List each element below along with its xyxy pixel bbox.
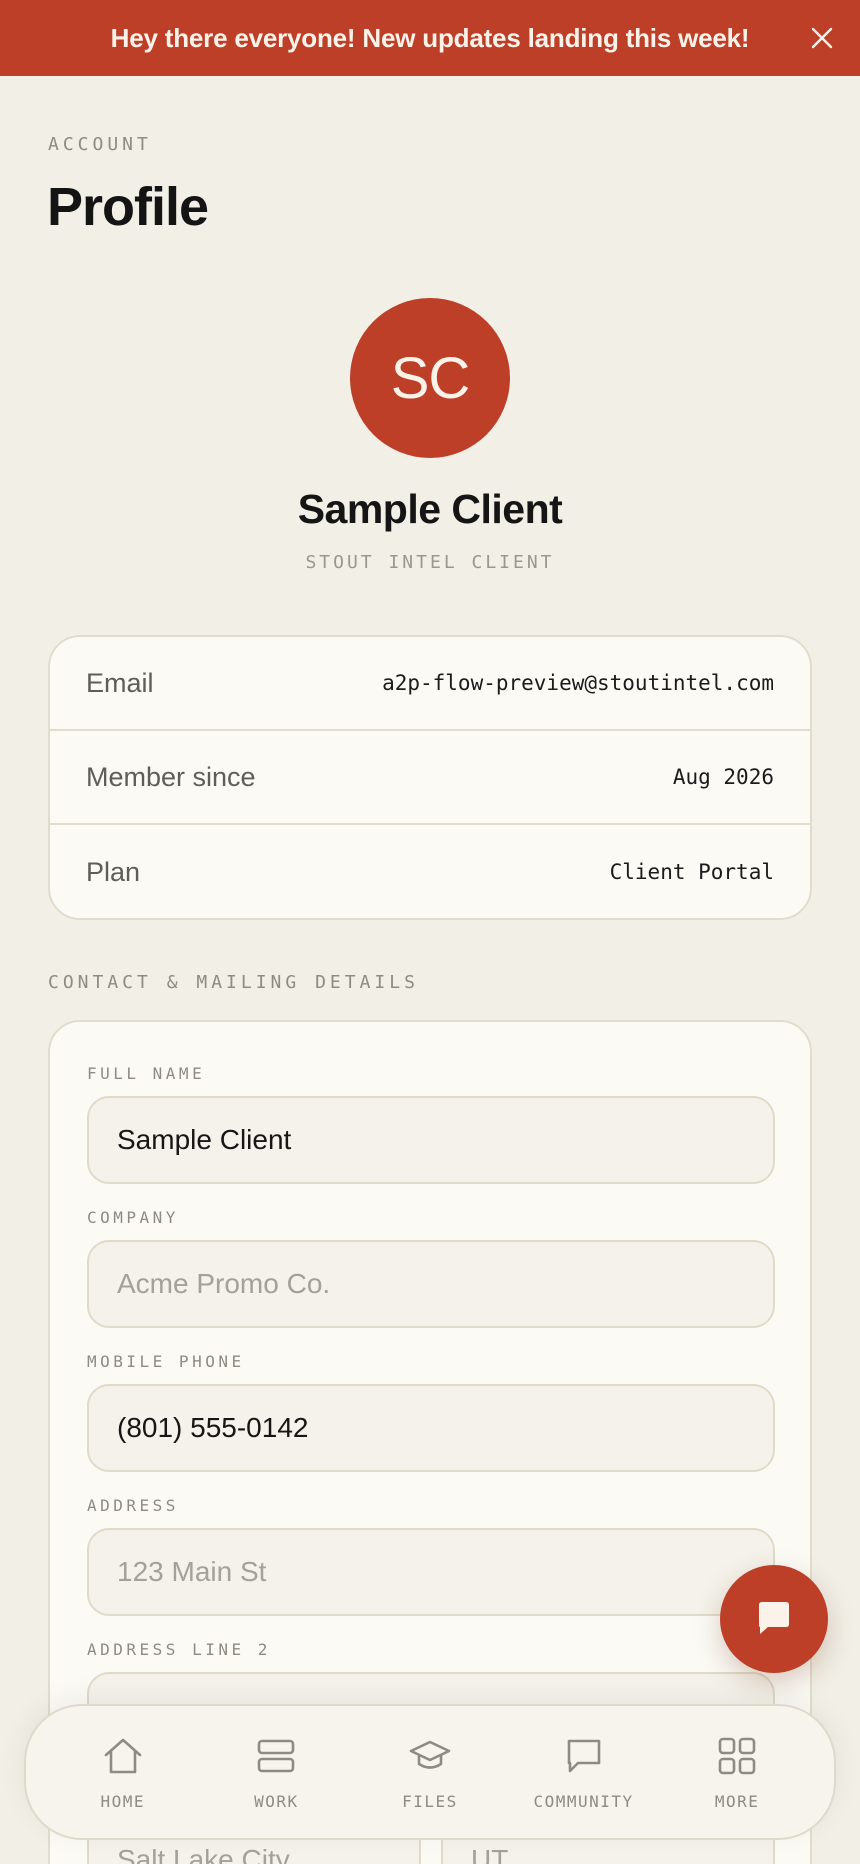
home-icon [101,1734,145,1778]
tab-label: HOME [100,1791,146,1811]
close-icon[interactable] [804,20,840,56]
banner-text: Hey there everyone! New updates landing … [110,22,750,53]
speech-bubble-icon [562,1734,606,1778]
info-value-member-since: Aug 2026 [672,765,774,789]
tab-label: COMMUNITY [533,1791,634,1811]
work-icon [254,1734,298,1778]
graduation-cap-icon [408,1734,452,1778]
info-row-member-since: Member since Aug 2026 [50,731,810,825]
mobile-phone-input[interactable] [87,1384,775,1472]
announcement-banner: Hey there everyone! New updates landing … [0,0,860,76]
avatar[interactable]: SC [350,298,510,458]
tab-label: FILES [402,1791,458,1811]
info-value-plan: Client Portal [609,860,774,884]
tab-more[interactable]: MORE [667,1734,807,1811]
info-label: Plan [86,856,141,887]
tab-label: WORK [254,1791,299,1811]
info-label: Email [86,667,154,698]
address-label: ADDRESS [87,1496,179,1515]
profile-role: STOUT INTEL CLIENT [305,552,555,573]
profile-name: Sample Client [297,486,563,532]
address-input[interactable] [87,1528,775,1616]
info-row-plan: Plan Client Portal [50,825,810,918]
chat-bubble-icon [759,1602,789,1634]
tab-files[interactable]: FILES [360,1734,500,1811]
tab-work[interactable]: WORK [206,1734,346,1811]
chat-button[interactable] [720,1565,828,1673]
info-row-email: Email a2p-flow-preview@stoutintel.com [50,637,810,731]
tab-label: MORE [714,1791,760,1811]
info-value-email: a2p-flow-preview@stoutintel.com [382,671,774,695]
company-input[interactable] [87,1240,775,1328]
info-label: Member since [86,761,256,792]
company-label: COMPANY [87,1208,179,1227]
tab-home[interactable]: HOME [53,1734,193,1811]
avatar-initials: SC [390,345,471,411]
mobile-phone-label: MOBILE PHONE [87,1352,245,1371]
page-title: Profile [47,177,209,237]
tab-community[interactable]: COMMUNITY [514,1734,654,1811]
profile-page: Hey there everyone! New updates landing … [0,0,860,1864]
account-info-card: Email a2p-flow-preview@stoutintel.com Me… [48,635,812,920]
grid-icon [715,1734,759,1778]
full-name-label: FULL NAME [87,1064,206,1083]
section-eyebrow: ACCOUNT [48,134,152,155]
bottom-tab-bar: HOME WORK FILES COMMUNITY MORE [24,1704,836,1840]
full-name-input[interactable] [87,1096,775,1184]
address-line-2-label: ADDRESS LINE 2 [87,1640,271,1659]
contact-section-title: CONTACT & MAILING DETAILS [48,972,419,993]
